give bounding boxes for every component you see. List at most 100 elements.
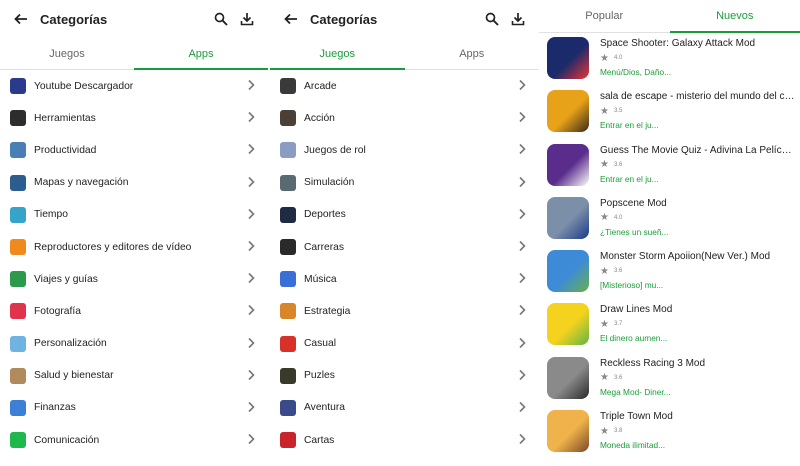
category-item[interactable]: Aventura [270,392,539,424]
app-name: Guess The Movie Quiz - Adivina La Pelícu… [600,144,796,156]
rating-value: 4.0 [613,214,623,221]
app-list-item[interactable]: Monster Storm Apoiion(New Ver.) Mod ★ 3.6 [… [539,246,800,299]
category-item[interactable]: Puzles [270,360,539,392]
star-icon: ★ [600,425,609,437]
category-item[interactable]: Cartas [270,424,539,456]
category-label: Herramientas [34,112,96,124]
category-label: Fotografía [34,305,81,317]
app-rating: ★ 3.6 [600,263,796,279]
app-list-item[interactable]: Triple Town Mod ★ 3.8 Moneda ilimitad... [539,406,800,459]
back-arrow-icon[interactable] [10,8,32,30]
category-list: Youtube Descargador Herramientas Productiv… [0,70,268,456]
app-info: Reckless Racing 3 Mod ★ 3.6 Mega Mod- Diner… [600,357,796,406]
tab-juegos[interactable]: Juegos [0,38,134,69]
app-list-item[interactable]: sala de escape - misterio del mundo del … [539,86,800,139]
rating-value: 4.0 [613,55,623,61]
tab-apps[interactable]: Apps [134,38,268,70]
app-rating: ★ 4.0 [600,210,796,226]
category-label: Viajes y guías [34,273,98,285]
maps-icon [10,174,26,191]
tab-juegos[interactable]: Juegos [270,38,405,70]
chevron-right-icon [244,336,258,352]
app-info: Guess The Movie Quiz - Adivina La Pelícu… [600,144,796,193]
tab-apps[interactable]: Apps [405,38,540,69]
chevron-right-icon [515,78,529,94]
category-label: Comunicación [34,434,100,446]
chevron-right-icon [244,432,258,448]
category-item[interactable]: Reproductores y editores de vídeo [0,231,268,263]
search-icon[interactable] [481,8,503,30]
chevron-right-icon [244,271,258,287]
app-list-item[interactable]: Guess The Movie Quiz - Adivina La Pelícu… [539,140,800,193]
category-item[interactable]: Casual [270,328,539,360]
category-item[interactable]: Comunicación [0,424,268,456]
chevron-right-icon [515,110,529,126]
page-title: Categorías [310,11,378,27]
app-rating: ★ 3.5 [600,103,796,119]
category-item[interactable]: Carreras [270,231,539,263]
chevron-right-icon [515,432,529,448]
category-label: Acción [304,112,335,124]
category-item[interactable]: Deportes [270,199,539,231]
download-icon[interactable] [507,8,529,30]
app-list-item[interactable]: Draw Lines Mod ★ 3.7 El dinero aumen... [539,299,800,352]
app-rating: ★ 3.7 [600,316,796,332]
sort-tabs: Popular Nuevos [539,0,800,33]
category-item[interactable]: Tiempo [0,199,268,231]
back-arrow-icon[interactable] [280,8,302,30]
star-icon: ★ [600,105,609,117]
category-item[interactable]: Salud y bienestar [0,360,268,392]
simulation-icon [280,174,296,191]
category-item[interactable]: Productividad [0,134,268,166]
app-icon [547,37,589,79]
app-list-item[interactable]: Space Shooter: Galaxy Attack Mod ★ 4.0 Menú… [539,33,800,86]
category-item[interactable]: Youtube Descargador [0,70,268,102]
app-list-item[interactable]: Reckless Racing 3 Mod ★ 3.6 Mega Mod- Diner… [539,353,800,406]
health-icon [10,367,26,384]
app-name: Monster Storm Apoiion(New Ver.) Mod [600,251,771,263]
category-item[interactable]: Acción [270,102,539,134]
photo-icon [10,303,26,320]
app-name: sala de escape - misterio del mundo del … [600,91,796,103]
strategy-icon [280,303,296,320]
chevron-right-icon [515,175,529,191]
download-icon[interactable] [236,8,258,30]
category-item[interactable]: Viajes y guías [0,263,268,295]
rating-value: 3.6 [613,268,623,275]
app-name: Popscene Mod [600,197,667,209]
star-icon: ★ [600,52,609,64]
chevron-right-icon [515,303,529,319]
app-icon [547,303,589,346]
category-label: Cartas [304,434,335,446]
category-item[interactable]: Simulación [270,167,539,199]
category-item[interactable]: Arcade [270,70,539,102]
chevron-right-icon [244,110,258,126]
category-label: Salud y bienestar [34,370,114,382]
category-item[interactable]: Finanzas [0,392,268,424]
category-list: Arcade Acción Juegos de rol Simulación Depor… [270,70,539,456]
rating-value: 3.7 [613,321,623,328]
category-item[interactable]: Fotografía [0,295,268,327]
category-label: Puzles [304,370,335,382]
category-label: Mapas y navegación [34,177,129,189]
tab-popular[interactable]: Popular [539,0,670,32]
app-icon [547,250,589,293]
sports-icon [280,206,296,223]
category-item[interactable]: Personalización [0,328,268,360]
search-icon[interactable] [210,8,232,30]
new-apps-panel: Popular Nuevos Space Shooter: Galaxy Att… [539,0,800,466]
category-item[interactable]: Herramientas [0,102,268,134]
app-name: Space Shooter: Galaxy Attack Mod [600,38,756,49]
app-list-item[interactable]: Popscene Mod ★ 4.0 ¿Tienes un sueñ... [539,193,800,246]
category-item[interactable]: Música [270,263,539,295]
category-item[interactable]: Juegos de rol [270,134,539,166]
chevron-right-icon [515,400,529,416]
category-item[interactable]: Estrategia [270,295,539,327]
app-name: Draw Lines Mod [600,304,673,316]
chevron-right-icon [244,400,258,416]
category-label: Arcade [304,80,337,92]
tab-nuevos[interactable]: Nuevos [669,0,800,33]
category-item[interactable]: Mapas y navegación [0,167,268,199]
app-info: Monster Storm Apoiion(New Ver.) Mod ★ 3.6 [… [600,250,796,299]
app-info: sala de escape - misterio del mundo del … [600,90,796,139]
